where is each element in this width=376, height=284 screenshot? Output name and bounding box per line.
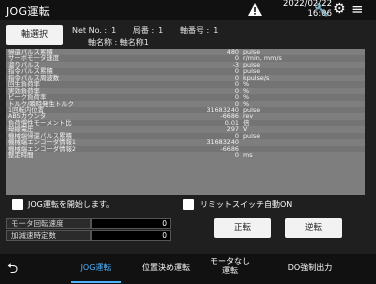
tab-motorless-line2: 運転 xyxy=(222,266,238,275)
tab-jog-underline xyxy=(71,281,121,283)
gear-icon[interactable]: ⚙ xyxy=(333,1,346,17)
limit-switch-label: リミットスイッチ自動ON xyxy=(200,200,293,209)
menu-icon[interactable]: ≡ xyxy=(351,0,364,18)
limit-switch-checkbox[interactable] xyxy=(183,199,194,210)
axis-no-value: 1 xyxy=(213,26,219,35)
footer-bar: ⮌ JOG運転 位置決め運転 モータなし 運転 DO強制出力 xyxy=(0,254,376,284)
monitor-table: 帰還パルス累積 480 pulse サーボモータ速度 0 r/min, mm/s 溜りパルス… xyxy=(6,49,365,195)
monitor-row: 整定時間 0 ms xyxy=(6,151,365,159)
net-no-value: 1 xyxy=(111,26,117,35)
header-bar: JOG運転 2022/02/22 16:06 🔧 ⚙ ≡ xyxy=(0,0,376,20)
tab-do-output[interactable]: DO強制出力 xyxy=(275,263,345,272)
axis-name: 軸名称 : 軸名称1 xyxy=(88,37,149,48)
station-value: 1 xyxy=(158,26,164,35)
axis-name-label: 軸名称 : xyxy=(88,38,118,47)
tab-motorless[interactable]: モータなし 運転 xyxy=(205,257,255,275)
warning-icon[interactable] xyxy=(247,2,263,17)
axis-no-label: 軸番号 : xyxy=(179,26,210,35)
accel-param: 加減速時定数 0 xyxy=(6,230,171,241)
motor-speed-input[interactable]: 0 xyxy=(91,218,171,229)
motor-speed-label: モータ回転速度 xyxy=(11,219,64,228)
wrench-icon[interactable]: 🔧 xyxy=(314,3,329,17)
monitor-unit: ms xyxy=(243,151,253,159)
accel-label: 加減速時定数 xyxy=(11,231,56,240)
motor-speed-param: モータ回転速度 0 xyxy=(6,218,171,229)
accel-input[interactable]: 0 xyxy=(91,230,171,241)
forward-button[interactable]: 正転 xyxy=(214,218,271,238)
tab-positioning[interactable]: 位置決め運転 xyxy=(136,263,196,272)
page-title: JOG運転 xyxy=(6,5,50,18)
start-jog-label: JOG運転を開始します。 xyxy=(28,200,115,209)
axis-select-button[interactable]: 軸選択 xyxy=(6,25,63,45)
monitor-value: 0 xyxy=(234,151,239,159)
axis-info: Net No. :1 局番 :1 軸番号 :1 xyxy=(72,25,222,36)
monitor-label: 整定時間 xyxy=(8,151,34,159)
station-label: 局番 : xyxy=(132,26,155,35)
tab-jog[interactable]: JOG運転 xyxy=(71,263,121,272)
reverse-button[interactable]: 逆転 xyxy=(285,218,342,238)
back-icon[interactable]: ⮌ xyxy=(7,258,18,282)
tab-motorless-line1: モータなし xyxy=(210,257,250,266)
start-jog-checkbox[interactable] xyxy=(12,199,23,210)
net-no-label: Net No. : xyxy=(72,26,108,35)
axis-name-value: 軸名称1 xyxy=(119,38,149,47)
